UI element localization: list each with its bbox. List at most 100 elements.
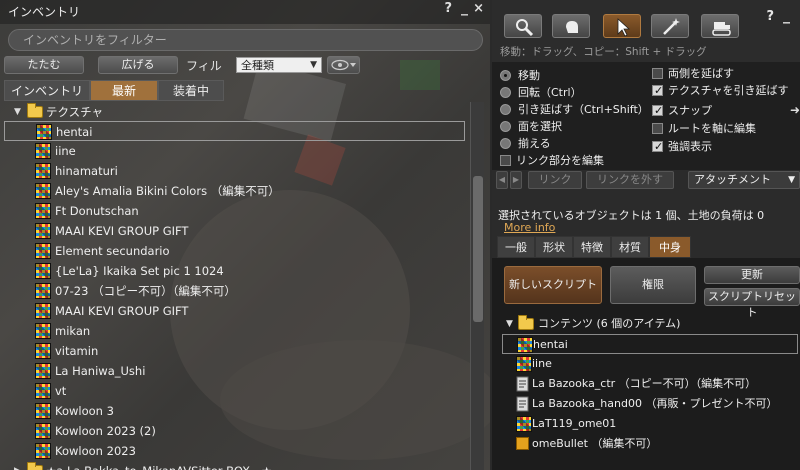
expand-arrow-icon[interactable]: ▼: [506, 314, 513, 334]
radio-button[interactable]: [500, 70, 511, 81]
edit-tool-button[interactable]: [603, 14, 641, 38]
inventory-item[interactable]: iine: [0, 141, 470, 161]
tools-header: ? _ 移動：ドラッグ、コピー：Shift + ドラッグ: [492, 0, 800, 62]
radio-button[interactable]: [500, 121, 511, 132]
checkbox[interactable]: ✓: [652, 140, 663, 153]
checkbox[interactable]: [652, 68, 663, 79]
checkbox-label: ルートを軸に編集: [668, 122, 756, 135]
content-item[interactable]: hentai: [502, 334, 798, 354]
expand-arrow-icon[interactable]: ▶: [14, 461, 21, 470]
view-options-button[interactable]: [327, 56, 360, 74]
prev-part-button[interactable]: ◀: [496, 171, 508, 189]
tab-object[interactable]: 形状: [535, 236, 573, 258]
move-tool-button[interactable]: [552, 14, 590, 38]
inventory-scrollbar[interactable]: [470, 102, 484, 470]
close-icon[interactable]: ×: [473, 1, 484, 16]
link-button[interactable]: リンク: [528, 171, 582, 189]
tool-hint: 移動：ドラッグ、コピー：Shift + ドラッグ: [500, 46, 707, 58]
tab-texture[interactable]: 材質: [611, 236, 649, 258]
content-item[interactable]: iine: [502, 354, 798, 374]
content-item-label: La Bazooka_hand00 （再販・プレゼント不可）: [532, 397, 778, 410]
expand-arrow-icon[interactable]: ▼: [14, 102, 21, 122]
inventory-item[interactable]: MAAI KEVI GROUP GIFT: [0, 301, 470, 321]
tab-inventory[interactable]: インベントリ: [4, 80, 90, 101]
radio-button[interactable]: [500, 104, 511, 115]
texture-icon: [35, 263, 51, 279]
texture-icon: [36, 124, 52, 140]
bulldozer-icon: [712, 22, 731, 36]
tab-worn[interactable]: 装着中: [158, 80, 224, 101]
type-filter-select[interactable]: 全種類 ▼: [236, 57, 322, 73]
inventory-item[interactable]: hinamaturi: [0, 161, 470, 181]
minimize-icon[interactable]: _: [783, 8, 790, 24]
inventory-tree: ▼ テクスチャ hentai iine hinamaturi Aley's Am…: [0, 102, 470, 470]
scrollbar-thumb[interactable]: [473, 176, 483, 322]
content-item-label: iine: [532, 357, 552, 370]
radio-label: 回転（Ctrl）: [518, 86, 582, 99]
inventory-filter-input[interactable]: インベントリをフィルター: [8, 29, 483, 51]
checkbox-label: スナップ: [668, 104, 712, 117]
item-label: Kowloon 3: [55, 404, 114, 418]
radio-button[interactable]: [500, 138, 511, 149]
tab-general[interactable]: 一般: [497, 236, 535, 258]
tab-recent[interactable]: 最新: [90, 80, 158, 101]
inventory-item[interactable]: 07-23 （コピー不可）（編集不可）: [0, 281, 470, 301]
grab-hand-icon: [566, 21, 578, 33]
folder-row[interactable]: ▼ テクスチャ: [0, 102, 470, 122]
folder-row[interactable]: ▶ ★a La Bakka_to_MikanAVSitter BOX - ★: [0, 461, 470, 470]
inventory-item[interactable]: Ft Donutschan: [0, 201, 470, 221]
chevron-down-icon: ▼: [310, 60, 317, 70]
focus-tool-button[interactable]: [504, 14, 542, 38]
refresh-button[interactable]: 更新: [704, 266, 800, 284]
content-item[interactable]: omeBullet （編集不可）: [502, 434, 798, 454]
inventory-item[interactable]: MAAI KEVI GROUP GIFT: [0, 221, 470, 241]
item-label: mikan: [55, 324, 91, 338]
inventory-title: インベントリ: [8, 5, 81, 19]
tab-features[interactable]: 特徴: [573, 236, 611, 258]
inventory-titlebar[interactable]: インベントリ ? _ ×: [0, 0, 490, 24]
texture-icon: [35, 443, 51, 459]
inventory-item[interactable]: vitamin: [0, 341, 470, 361]
inventory-item[interactable]: hentai: [4, 121, 465, 141]
inventory-item[interactable]: Element secundario: [0, 241, 470, 261]
land-tool-button[interactable]: [701, 14, 739, 38]
checkbox[interactable]: [500, 155, 511, 166]
collapse-button[interactable]: たたむ: [4, 56, 84, 74]
checkbox-label: 両側を延ばす: [668, 67, 734, 80]
object-cube-icon: [516, 437, 529, 450]
radio-button[interactable]: [500, 87, 511, 98]
content-item[interactable]: La Bazooka_hand00 （再販・プレゼント不可）: [502, 394, 798, 414]
inventory-item[interactable]: Kowloon 3: [0, 401, 470, 421]
item-label: Aley's Amalia Bikini Colors （編集不可）: [55, 184, 280, 198]
create-tool-button[interactable]: [651, 14, 689, 38]
new-script-button[interactable]: 新しいスクリプト: [504, 266, 602, 304]
arrow-right-icon[interactable]: ➜: [790, 103, 800, 117]
content-item[interactable]: La Bazooka_ctr （コピー不可）（編集不可）: [502, 374, 798, 394]
tab-content[interactable]: 中身: [649, 236, 691, 258]
checkbox[interactable]: [652, 123, 663, 134]
minimize-icon[interactable]: _: [461, 0, 468, 16]
unlink-button[interactable]: リンクを外す: [586, 171, 674, 189]
content-folder-row[interactable]: ▼ コンテンツ (6 個のアイテム): [502, 314, 798, 334]
next-part-button[interactable]: ▶: [510, 171, 522, 189]
more-info-link[interactable]: More info: [504, 221, 555, 234]
inventory-item[interactable]: Kowloon 2023 (2): [0, 421, 470, 441]
item-label: {Le'La} Ikaika Set pic 1 1024: [55, 264, 224, 278]
inventory-item[interactable]: Kowloon 2023: [0, 441, 470, 461]
inventory-item[interactable]: mikan: [0, 321, 470, 341]
help-icon[interactable]: ?: [444, 1, 452, 16]
help-icon[interactable]: ?: [766, 9, 774, 24]
attachment-select[interactable]: アタッチメント ▼: [688, 171, 800, 189]
checkbox[interactable]: ✓: [652, 84, 663, 97]
reset-scripts-button[interactable]: スクリプトリセット: [704, 288, 800, 319]
content-item[interactable]: LaT119_ome01: [502, 414, 798, 434]
item-label: La Haniwa_Ushi: [55, 364, 146, 378]
checkbox[interactable]: ✓: [652, 104, 663, 117]
expand-button[interactable]: 広げる: [98, 56, 178, 74]
permissions-button[interactable]: 権限: [610, 266, 696, 304]
inventory-item[interactable]: La Haniwa_Ushi: [0, 361, 470, 381]
inventory-item[interactable]: vt: [0, 381, 470, 401]
inventory-item[interactable]: {Le'La} Ikaika Set pic 1 1024: [0, 261, 470, 281]
type-filter-value: 全種類: [241, 59, 274, 72]
inventory-item[interactable]: Aley's Amalia Bikini Colors （編集不可）: [0, 181, 470, 201]
